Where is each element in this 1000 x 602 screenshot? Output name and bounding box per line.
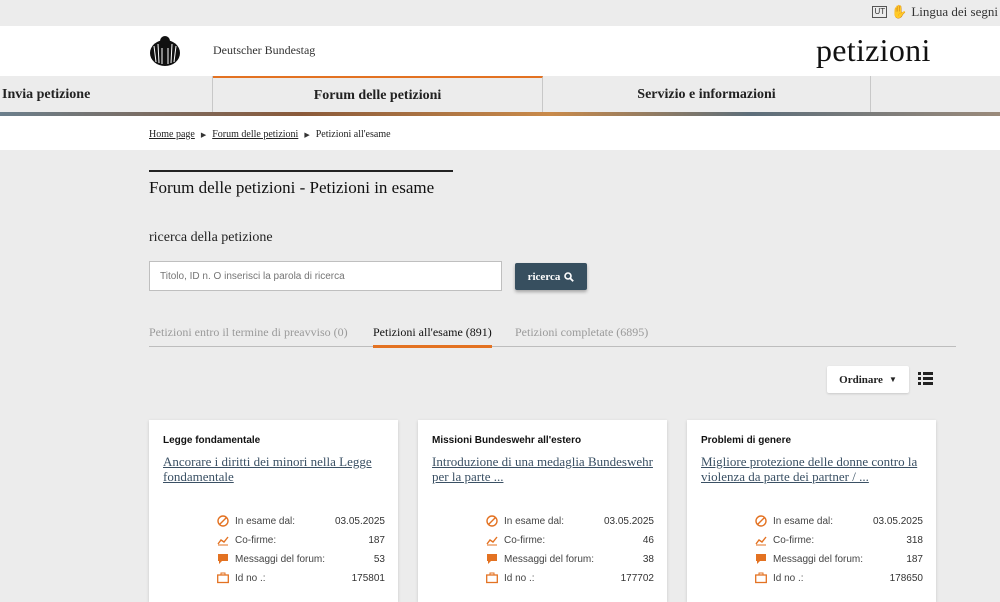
stat-value: 03.05.2025 xyxy=(872,516,923,527)
caret-down-icon: ▼ xyxy=(888,375,897,384)
card-category: Legge fondamentale xyxy=(163,435,261,446)
breadcrumb-current: Petizioni all'esame xyxy=(315,129,391,140)
stat-messages: Messaggi del forum: 38 xyxy=(486,552,654,571)
forbidden-circle-icon xyxy=(486,515,498,527)
stat-value: 46 xyxy=(642,535,654,546)
stat-value: 175801 xyxy=(351,573,385,584)
breadcrumb: Home page ▶ Forum delle petizioni ▶ Peti… xyxy=(0,116,1000,150)
chat-bubble-icon xyxy=(487,554,497,564)
stat-value: 187 xyxy=(368,535,385,546)
chat-bubble-icon xyxy=(756,554,766,564)
petition-tabs: Petizioni entro il termine di preavviso … xyxy=(149,322,956,348)
title-rule xyxy=(149,170,453,172)
petition-card: Missioni Bundeswehr all'estero Introduzi… xyxy=(418,420,667,602)
stat-messages: Messaggi del forum: 53 xyxy=(217,552,385,571)
petition-card: Problemi di genere Migliore protezione d… xyxy=(687,420,936,602)
briefcase-icon xyxy=(755,572,767,584)
stat-value: 178650 xyxy=(889,573,923,584)
briefcase-icon xyxy=(486,572,498,584)
top-utility-bar: UT ✋ Lingua dei segni xyxy=(0,0,1000,26)
tab-all-esame[interactable]: Petizioni all'esame (891) xyxy=(373,325,492,348)
card-stats: In esame dal: 03.05.2025 Co-firme: 187 M… xyxy=(217,514,385,590)
site-header: Deutscher Bundestag petizioni xyxy=(0,26,1000,77)
card-title-link[interactable]: Introduzione di una medaglia Bundeswehr … xyxy=(432,454,654,484)
stat-cosign: Co-firme: 46 xyxy=(486,533,654,552)
bundestag-label: Deutscher Bundestag xyxy=(213,43,316,57)
stat-cosign: Co-firme: 318 xyxy=(755,533,923,552)
petition-card: Legge fondamentale Ancorare i diritti de… xyxy=(149,420,398,602)
stat-label: Messaggi del forum: xyxy=(773,554,864,565)
stat-label: In esame dal: xyxy=(773,516,834,527)
main-nav: Invia petizione Forum delle petizioni Se… xyxy=(0,76,1000,115)
stat-value: 03.05.2025 xyxy=(603,516,654,527)
stat-id: Id no .: 177702 xyxy=(486,571,654,590)
briefcase-icon xyxy=(217,572,229,584)
trend-chart-icon xyxy=(486,536,498,546)
card-category: Missioni Bundeswehr all'estero xyxy=(432,435,582,446)
card-stats: In esame dal: 03.05.2025 Co-firme: 46 Me… xyxy=(486,514,654,590)
search-heading: ricerca della petizione xyxy=(149,230,273,245)
stat-id: Id no .: 178650 xyxy=(755,571,923,590)
nav-item-forum[interactable]: Forum delle petizioni xyxy=(213,76,543,114)
stat-value: 53 xyxy=(373,554,385,565)
stat-since: In esame dal: 03.05.2025 xyxy=(217,514,385,533)
stat-cosign: Co-firme: 187 xyxy=(217,533,385,552)
breadcrumb-home[interactable]: Home page xyxy=(149,129,195,140)
stat-since: In esame dal: 03.05.2025 xyxy=(486,514,654,533)
stat-messages: Messaggi del forum: 187 xyxy=(755,552,923,571)
list-view-icon[interactable] xyxy=(918,372,933,385)
sign-language-link[interactable]: UT ✋ Lingua dei segni xyxy=(872,4,998,20)
stat-label: Co-firme: xyxy=(504,535,546,546)
stat-label: Co-firme: xyxy=(235,535,277,546)
stat-label: In esame dal: xyxy=(235,516,296,527)
search-button-label: ricerca xyxy=(527,270,561,283)
ut-badge-icon: UT xyxy=(872,6,888,18)
sign-language-label: Lingua dei segni xyxy=(911,4,998,19)
card-title-link[interactable]: Migliore protezione delle donne contro l… xyxy=(701,454,923,484)
breadcrumb-arrow-icon: ▶ xyxy=(304,130,310,139)
breadcrumb-arrow-icon: ▶ xyxy=(200,130,207,139)
site-brand[interactable]: petizioni xyxy=(816,32,931,69)
card-title-link[interactable]: Ancorare i diritti dei minori nella Legg… xyxy=(163,454,385,484)
search-input[interactable] xyxy=(149,261,502,291)
stat-label: Messaggi del forum: xyxy=(504,554,595,565)
stat-value: 03.05.2025 xyxy=(334,516,385,527)
card-category: Problemi di genere xyxy=(701,435,792,446)
forbidden-circle-icon xyxy=(755,515,767,527)
tab-preavviso[interactable]: Petizioni entro il termine di preavviso … xyxy=(149,325,348,345)
card-stats: In esame dal: 03.05.2025 Co-firme: 318 M… xyxy=(755,514,923,590)
nav-item-invia-petizione[interactable]: Invia petizione xyxy=(0,76,213,114)
stat-id: Id no .: 175801 xyxy=(217,571,385,590)
stat-value: 177702 xyxy=(620,573,654,584)
stat-value: 187 xyxy=(906,554,923,565)
stat-value: 38 xyxy=(642,554,654,565)
page-title: Forum delle petizioni - Petizioni in esa… xyxy=(149,178,435,197)
sort-dropdown[interactable]: Ordinare ▼ xyxy=(827,366,909,393)
stat-label: Id no .: xyxy=(504,573,535,584)
search-button[interactable]: ricerca xyxy=(515,263,587,290)
stat-label: Id no .: xyxy=(773,573,804,584)
stat-label: Messaggi del forum: xyxy=(235,554,326,565)
search-icon xyxy=(564,271,575,282)
trend-chart-icon xyxy=(755,536,767,546)
breadcrumb-forum[interactable]: Forum delle petizioni xyxy=(212,129,298,140)
chat-bubble-icon xyxy=(218,554,228,564)
stat-since: In esame dal: 03.05.2025 xyxy=(755,514,923,533)
stat-value: 318 xyxy=(906,535,923,546)
stat-label: In esame dal: xyxy=(504,516,565,527)
nav-item-servizio[interactable]: Servizio e informazioni xyxy=(543,76,871,114)
stat-label: Co-firme: xyxy=(773,535,815,546)
forbidden-circle-icon xyxy=(217,515,229,527)
tab-completate[interactable]: Petizioni completate (6895) xyxy=(515,325,648,345)
stat-label: Id no .: xyxy=(235,573,266,584)
eagle-logo-icon[interactable] xyxy=(148,34,182,68)
sort-label: Ordinare xyxy=(839,373,883,386)
sign-language-hand-icon: ✋ xyxy=(891,4,908,19)
trend-chart-icon xyxy=(217,536,229,546)
